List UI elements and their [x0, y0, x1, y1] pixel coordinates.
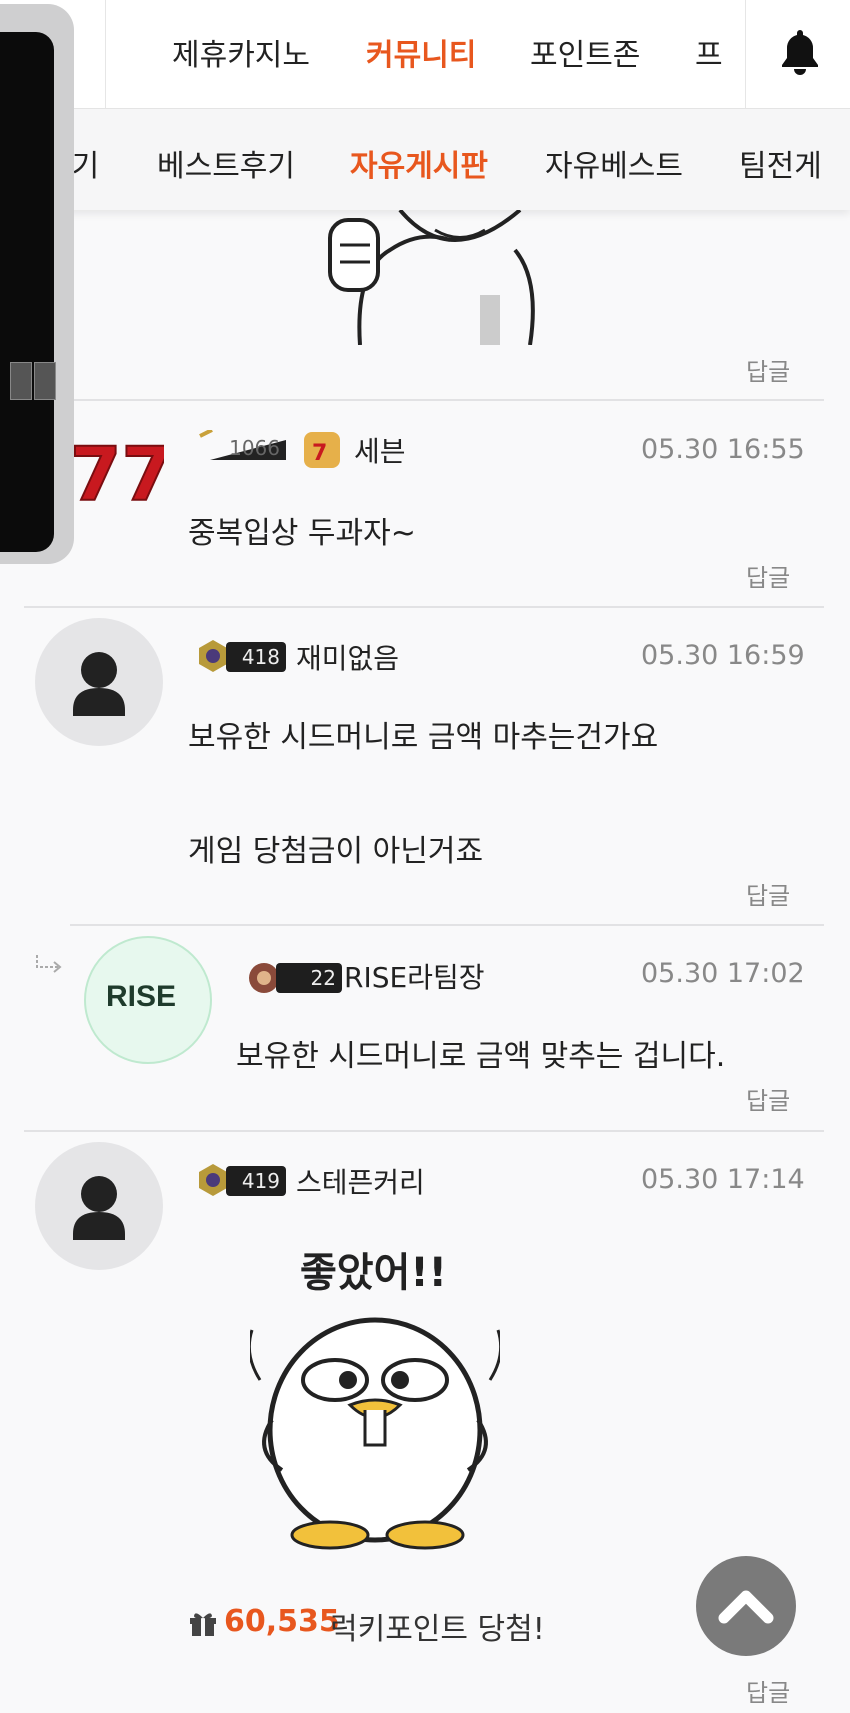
reply-link[interactable]: 답글: [746, 1081, 790, 1116]
nav-divider: [105, 0, 106, 108]
bird-sticker-image: [250, 1317, 500, 1550]
sparkle-badge-icon: 7: [304, 432, 340, 468]
svg-text:7: 7: [312, 441, 327, 466]
comment-time: 05.30 17:14: [641, 1164, 805, 1195]
level-number: 22: [276, 963, 342, 993]
lucky-points-label: 럭키포인트 당첨!: [330, 1612, 545, 1647]
level-number: 419: [226, 1166, 286, 1196]
comment-author[interactable]: 스테픈커리: [296, 1161, 425, 1201]
chevron-up-icon: [718, 1590, 774, 1624]
lucky-points-value: 60,535: [224, 1604, 340, 1639]
comment-divider: [70, 924, 824, 926]
nav-item-partial[interactable]: 프: [695, 30, 723, 74]
sticker-caption: 좋았어!!: [300, 1250, 447, 1296]
comment-divider: [24, 1130, 824, 1132]
comment-text: 게임 당첨금이 아닌거죠: [188, 834, 484, 869]
side-thumbnail[interactable]: [34, 362, 56, 400]
nav-item-point-zone[interactable]: 포인트존: [530, 30, 640, 74]
comment-divider: [24, 606, 824, 608]
comment-author[interactable]: RISE라팀장: [344, 956, 484, 996]
subnav-item-free-best[interactable]: 자유베스트: [545, 141, 683, 185]
subnav-item-team-battle[interactable]: 팀전게: [739, 141, 822, 185]
sub-nav: 후기 베스트후기 자유게시판 자유베스트 팀전게: [0, 108, 850, 210]
side-floating-panel[interactable]: [0, 4, 74, 564]
comment-divider: [24, 399, 824, 401]
reply-link[interactable]: 답글: [746, 558, 790, 593]
slot-777-avatar: 77: [74, 431, 164, 519]
default-avatar: [35, 618, 163, 746]
top-nav: 제휴카지노 커뮤니티 포인트존 프: [0, 0, 850, 109]
subnav-item-free-board[interactable]: 자유게시판: [350, 141, 488, 185]
svg-text:77: 77: [74, 432, 164, 518]
user-icon: [73, 1176, 125, 1240]
comment-time: 05.30 16:55: [641, 434, 805, 465]
reply-arrow-icon: [36, 955, 62, 973]
comment-text: 보유한 시드머니로 금액 마추는건가요: [188, 720, 659, 755]
comment-text: 중복입상 두과자~: [188, 516, 416, 551]
nav-divider: [745, 0, 746, 108]
rise-avatar: RISE: [84, 936, 212, 1064]
subnav-item-best-review[interactable]: 베스트후기: [157, 141, 295, 185]
comment-author[interactable]: 세븐: [354, 430, 406, 470]
reply-link[interactable]: 답글: [746, 352, 790, 387]
sticker-image: [328, 210, 535, 345]
level-number: 1066: [229, 436, 280, 460]
reply-link[interactable]: 답글: [746, 876, 790, 911]
bell-icon[interactable]: [778, 28, 822, 76]
default-avatar: [35, 1142, 163, 1270]
scroll-top-button[interactable]: [696, 1556, 796, 1656]
level-number: 418: [226, 642, 286, 672]
comment-author[interactable]: 재미없음: [296, 637, 399, 677]
avatar-logo-text: RISE: [106, 980, 177, 1013]
nav-item-community[interactable]: 커뮤니티: [366, 30, 476, 74]
nav-item-partner-casino[interactable]: 제휴카지노: [172, 30, 310, 74]
gift-icon: [190, 1613, 216, 1636]
comment-time: 05.30 17:02: [641, 958, 805, 989]
side-panel-inner: [0, 32, 56, 552]
comment-text: 보유한 시드머니로 금액 맞추는 겁니다.: [236, 1039, 726, 1074]
comment-time: 05.30 16:59: [641, 640, 805, 671]
side-thumbnail[interactable]: [10, 362, 32, 400]
user-icon: [73, 652, 125, 716]
reply-link[interactable]: 답글: [746, 1673, 790, 1708]
